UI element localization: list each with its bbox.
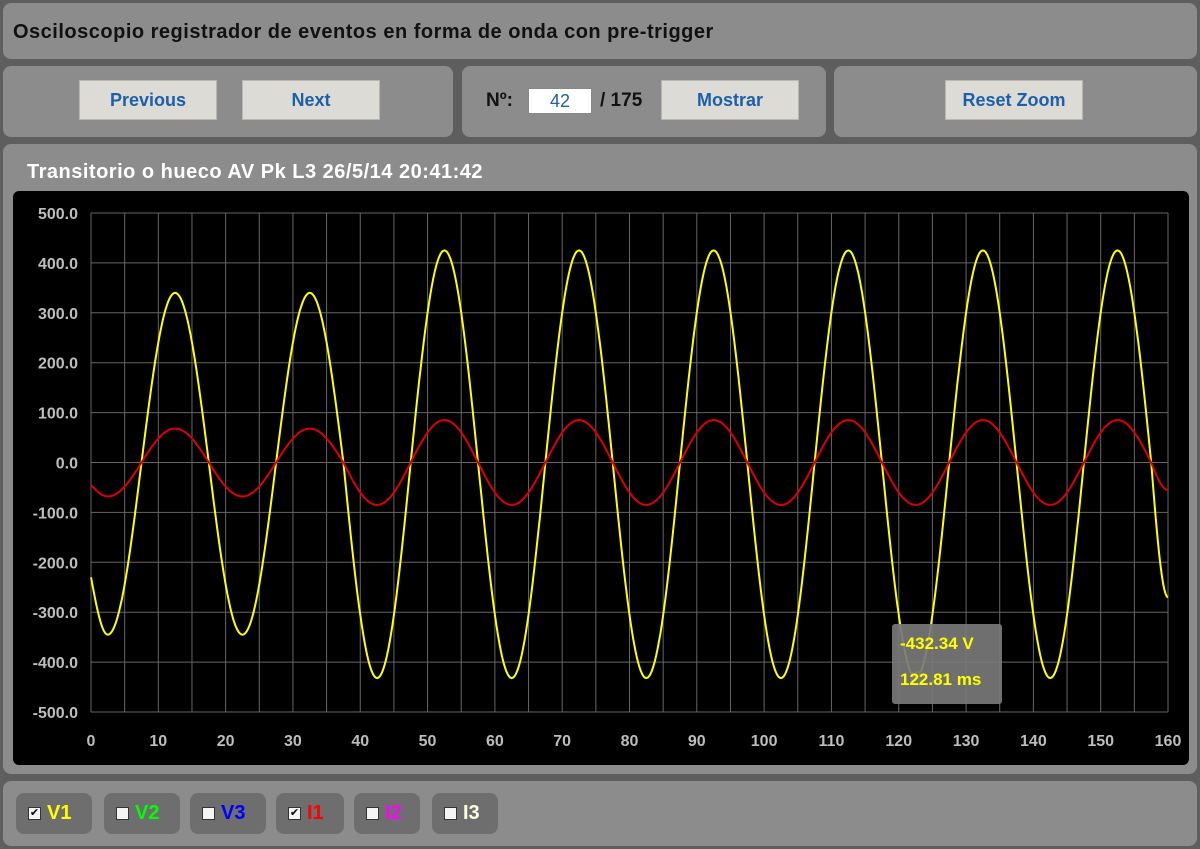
chart-title: Transitorio o hueco AV Pk L3 26/5/14 20:… <box>27 161 484 183</box>
tooltip: -432.34 V 122.81 ms <box>892 624 1002 704</box>
event-number-panel: Nº: / 175 Mostrar <box>462 66 826 137</box>
plot-area[interactable]: -500.0 -400.0 -300.0 -200.0 -100.0 0.0 100.0 20… <box>13 191 1189 765</box>
legend-item-v2[interactable]: V2 <box>104 793 180 834</box>
title-bar: Osciloscopio registrador de eventos en f… <box>3 3 1197 59</box>
legend-label: V2 <box>135 802 160 824</box>
x-tick-label: 60 <box>486 733 504 750</box>
reset-zoom-button[interactable]: Reset Zoom <box>945 80 1083 120</box>
y-tick-label: -500.0 <box>33 705 78 722</box>
previous-button[interactable]: Previous <box>79 80 217 120</box>
y-tick-label: 500.0 <box>38 206 78 223</box>
y-tick-label: 200.0 <box>38 356 78 373</box>
y-tick-label: -300.0 <box>33 605 78 622</box>
x-tick-label: 120 <box>885 733 912 750</box>
legend-item-v1[interactable]: ✔ V1 <box>16 793 92 834</box>
zoom-panel: Reset Zoom <box>834 66 1197 137</box>
y-tick-label: 0.0 <box>56 456 78 473</box>
y-tick-label: -100.0 <box>33 505 78 522</box>
chart-panel: Transitorio o hueco AV Pk L3 26/5/14 20:… <box>3 144 1197 774</box>
y-tick-label: 100.0 <box>38 406 78 423</box>
waveform-chart[interactable]: -500.0 -400.0 -300.0 -200.0 -100.0 0.0 100.0 20… <box>13 191 1189 765</box>
x-tick-label: 110 <box>819 733 845 750</box>
show-button[interactable]: Mostrar <box>661 80 799 120</box>
legend-item-i3[interactable]: I3 <box>432 793 498 834</box>
checkbox-icon[interactable]: ✔ <box>28 807 41 820</box>
x-tick-label: 130 <box>953 733 980 750</box>
y-tick-label: 400.0 <box>38 256 78 273</box>
tooltip-time: 122.81 ms <box>900 670 982 689</box>
y-tick-label: 300.0 <box>38 306 78 323</box>
legend-label: V3 <box>221 802 246 824</box>
y-tick-label: -200.0 <box>33 555 78 572</box>
legend-label: V1 <box>47 802 72 824</box>
x-tick-label: 30 <box>284 733 302 750</box>
checkbox-icon[interactable]: ✔ <box>288 807 301 820</box>
x-tick-label: 140 <box>1020 733 1047 750</box>
tooltip-value: -432.34 V <box>900 634 974 653</box>
checkbox-icon[interactable] <box>116 807 129 820</box>
x-tick-label: 150 <box>1087 733 1114 750</box>
x-tick-label: 50 <box>419 733 437 750</box>
x-tick-label: 90 <box>688 733 706 750</box>
y-tick-label: -400.0 <box>33 655 78 672</box>
x-tick-label: 80 <box>621 733 639 750</box>
legend-item-i2[interactable]: I2 <box>354 793 420 834</box>
next-button[interactable]: Next <box>242 80 380 120</box>
legend-item-v3[interactable]: V3 <box>190 793 266 834</box>
x-tick-label: 160 <box>1155 733 1182 750</box>
x-tick-label: 20 <box>217 733 235 750</box>
legend-panel: ✔ V1 V2 V3 ✔ I1 I2 I3 <box>3 781 1197 846</box>
app-title: Osciloscopio registrador de eventos en f… <box>13 21 714 43</box>
event-total-label: / 175 <box>600 90 643 111</box>
event-number-input[interactable] <box>528 88 592 114</box>
x-tick-label: 10 <box>149 733 167 750</box>
checkbox-icon[interactable] <box>202 807 215 820</box>
checkbox-icon[interactable] <box>366 807 379 820</box>
x-tick-label: 70 <box>553 733 571 750</box>
legend-label: I1 <box>307 802 324 824</box>
navigation-panel: Previous Next <box>3 66 453 137</box>
event-number-label: Nº: <box>486 90 513 111</box>
legend-item-i1[interactable]: ✔ I1 <box>276 793 344 834</box>
legend-label: I2 <box>385 802 402 824</box>
checkbox-icon[interactable] <box>444 807 457 820</box>
x-tick-label: 100 <box>751 733 778 750</box>
x-tick-label: 0 <box>87 733 96 750</box>
legend-label: I3 <box>463 802 480 824</box>
x-tick-label: 40 <box>351 733 369 750</box>
